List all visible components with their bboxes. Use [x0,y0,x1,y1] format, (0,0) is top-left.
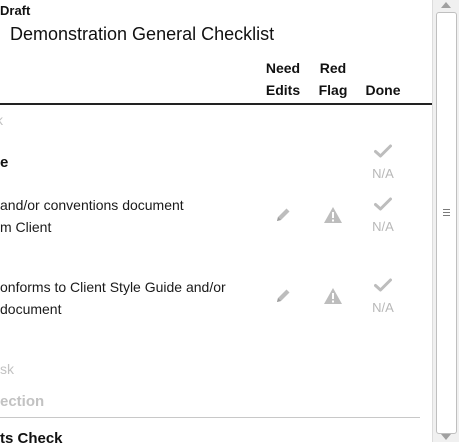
column-header-need-edits: Need Edits [263,57,303,101]
checklist-item-1-line1: and/or conventions document [0,197,184,213]
add-task-link[interactable]: sk [0,361,14,377]
item-2-done-button[interactable] [371,273,395,297]
scroll-up-arrow-icon[interactable] [441,2,451,8]
checklist-item-2-line1: onforms to Client Style Guide and/or [0,279,226,295]
pencil-icon [277,208,290,221]
checklist-item-2: onforms to Client Style Guide and/or doc… [0,276,250,320]
header-divider [0,103,432,105]
item-2-red-flag-button[interactable] [321,284,345,308]
column-header-red-flag-line2: Flag [318,82,348,98]
warning-icon [324,207,342,223]
checkmark-icon [374,278,392,292]
checkmark-icon [374,197,392,211]
add-section-link[interactable]: ection [0,393,44,410]
column-header-need-edits-line2: Edits [265,82,301,98]
scroll-down-arrow-icon[interactable] [441,434,451,440]
checkmark-icon [374,144,392,158]
page-title: Demonstration General Checklist [10,24,275,44]
partial-label: k [0,112,3,128]
draft-status-label: Draft [0,3,31,18]
pencil-icon [277,289,290,302]
checklist-item-1-line2: m Client [0,219,52,235]
column-header-red-flag-line1: Red [319,60,347,76]
item-1-done-button[interactable] [371,192,395,216]
column-header-need-edits-line1: Need [265,60,301,76]
column-header-red-flag: Red Flag [315,57,351,101]
vertical-scrollbar[interactable] [432,0,459,442]
section-divider [0,417,420,418]
scroll-grip-icon [443,209,450,216]
column-header-done: Done [365,82,401,98]
scroll-thumb[interactable] [436,12,457,434]
warning-icon [324,288,342,304]
item-1-red-flag-button[interactable] [321,203,345,227]
item-2-need-edits-button[interactable] [271,284,295,308]
next-section-title: ts Check [0,430,63,447]
section-done-button[interactable] [371,139,395,163]
checklist-item-2-line2: document [0,301,62,317]
section-done-status: N/A [372,166,394,181]
item-1-need-edits-button[interactable] [271,203,295,227]
item-1-done-status: N/A [372,219,394,234]
section-title: e [0,154,9,171]
checklist-item-1: and/or conventions document m Client [0,194,250,238]
item-2-done-status: N/A [372,300,394,315]
